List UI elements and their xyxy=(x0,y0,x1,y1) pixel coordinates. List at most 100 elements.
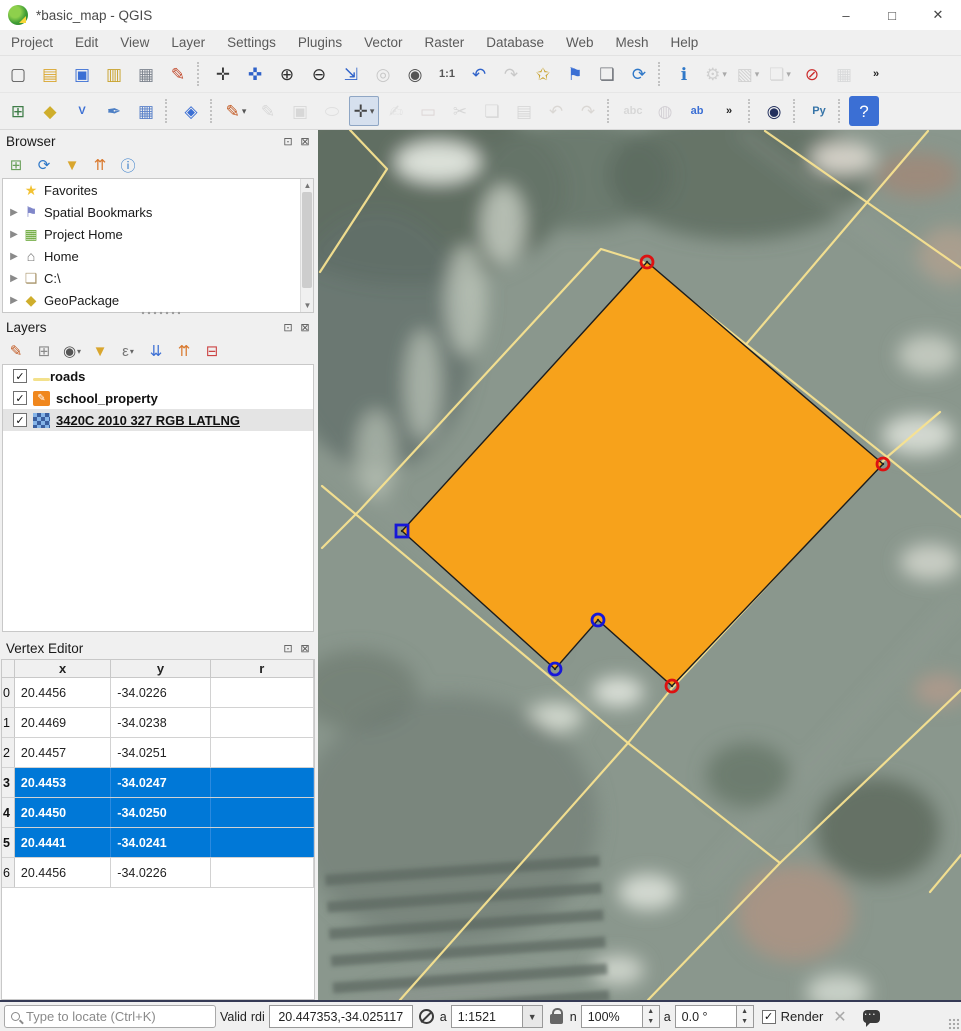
menu-vector[interactable]: Vector xyxy=(353,30,413,55)
vertex-y-cell[interactable]: -34.0251 xyxy=(111,738,210,767)
dropdown-arrow-icon[interactable]: ▾ xyxy=(77,347,81,356)
dropdown-arrow-icon[interactable]: ▾ xyxy=(755,69,760,80)
dropdown-arrow-icon[interactable]: ▾ xyxy=(722,69,727,80)
layers-float-icon[interactable]: ⊡ xyxy=(281,320,295,334)
menu-project[interactable]: Project xyxy=(0,30,64,55)
new-mesh-layer-button[interactable]: ▦ xyxy=(131,96,161,126)
vertex-r-cell[interactable] xyxy=(211,798,314,827)
show-bookmark-manager-button[interactable]: ❏ xyxy=(592,59,622,89)
zoom-full-button[interactable]: ⇲ xyxy=(336,59,366,89)
save-project-button[interactable]: ▣ xyxy=(67,59,97,89)
layer-item-school-property[interactable]: ✓✎school_property xyxy=(3,387,313,409)
current-edits-button[interactable]: ✎▾ xyxy=(221,96,251,126)
column-header-y[interactable]: y xyxy=(111,660,210,677)
new-project-button[interactable]: ▢ xyxy=(3,59,33,89)
menu-view[interactable]: View xyxy=(109,30,160,55)
menu-layer[interactable]: Layer xyxy=(160,30,216,55)
zoom-out-button[interactable]: ⊖ xyxy=(304,59,334,89)
browser-item-home[interactable]: ▶⌂Home xyxy=(3,245,313,267)
browser-item-geopackage[interactable]: ▶◆GeoPackage xyxy=(3,289,313,311)
vertex-r-cell[interactable] xyxy=(211,678,314,707)
magnifier-up-icon[interactable]: ▲ xyxy=(643,1006,659,1017)
vertex-row-4[interactable]: 420.4450-34.0250 xyxy=(2,798,314,828)
toolbar2-overflow-button[interactable]: » xyxy=(714,96,744,126)
render-checkbox[interactable]: ✓ Render xyxy=(762,1009,824,1024)
menu-raster[interactable]: Raster xyxy=(413,30,475,55)
browser-collapse-all-button[interactable]: ⇈ xyxy=(88,154,112,176)
vertex-x-cell[interactable]: 20.4469 xyxy=(15,708,111,737)
pan-map-button[interactable]: ✛ xyxy=(208,59,238,89)
layer-visibility-checkbox[interactable]: ✓ xyxy=(13,391,27,405)
vertex-row-6[interactable]: 620.4456-34.0226 xyxy=(2,858,314,888)
collapse-all-button[interactable]: ⇈ xyxy=(172,340,196,362)
rotation-value[interactable]: 0.0 ° xyxy=(675,1005,737,1028)
minimize-button[interactable]: – xyxy=(823,0,869,30)
rotation-up-icon[interactable]: ▲ xyxy=(737,1006,753,1017)
resize-grip[interactable] xyxy=(948,1018,960,1030)
map-canvas[interactable] xyxy=(318,130,961,1000)
menu-web[interactable]: Web xyxy=(555,30,605,55)
refresh-map-button[interactable]: ⟳ xyxy=(624,59,654,89)
menu-mesh[interactable]: Mesh xyxy=(605,30,660,55)
vertex-y-cell[interactable]: -34.0238 xyxy=(111,708,210,737)
vertex-x-cell[interactable]: 20.4457 xyxy=(15,738,111,767)
extents-toggle-icon[interactable] xyxy=(419,1009,434,1024)
expand-arrow-icon[interactable]: ▶ xyxy=(7,251,21,262)
new-virtual-layer-button[interactable]: ◈ xyxy=(176,96,206,126)
vertex-r-cell[interactable] xyxy=(211,858,314,887)
zoom-native-resolution-button[interactable]: 1:1 xyxy=(432,59,462,89)
zoom-in-button[interactable]: ⊕ xyxy=(272,59,302,89)
vertex-tool-button[interactable]: ✛▾ xyxy=(349,96,379,126)
layer-visibility-checkbox[interactable]: ✓ xyxy=(13,369,27,383)
rotation-down-icon[interactable]: ▼ xyxy=(737,1017,753,1028)
add-group-button[interactable]: ⊞ xyxy=(32,340,56,362)
vertex-x-cell[interactable]: 20.4453 xyxy=(15,768,111,797)
browser-float-icon[interactable]: ⊡ xyxy=(281,134,295,148)
browser-refresh-button[interactable]: ⟳ xyxy=(32,154,56,176)
menu-plugins[interactable]: Plugins xyxy=(287,30,353,55)
browser-item-favorites[interactable]: ★Favorites xyxy=(3,179,313,201)
browser-add-selected-layers-button[interactable]: ⊞ xyxy=(4,154,28,176)
show-spatial-bookmarks-button[interactable]: ⚑ xyxy=(560,59,590,89)
vertex-y-cell[interactable]: -34.0226 xyxy=(111,858,210,887)
vertex-row-5[interactable]: 520.4441-34.0241 xyxy=(2,828,314,858)
menu-settings[interactable]: Settings xyxy=(216,30,287,55)
new-print-layout-button[interactable]: ▥ xyxy=(99,59,129,89)
scale-combo[interactable]: 1:1521 ▼ xyxy=(451,1005,543,1028)
expand-arrow-icon[interactable]: ▶ xyxy=(7,207,21,218)
open-layer-styling-panel-button[interactable]: ✎ xyxy=(4,340,28,362)
vertex-x-cell[interactable]: 20.4456 xyxy=(15,858,111,887)
manage-map-themes-button[interactable]: ◉▾ xyxy=(60,340,84,362)
close-button[interactable]: ✕ xyxy=(915,0,961,30)
vertex-x-cell[interactable]: 20.4456 xyxy=(15,678,111,707)
expand-arrow-icon[interactable]: ▶ xyxy=(7,229,21,240)
layer-visibility-checkbox[interactable]: ✓ xyxy=(13,413,27,427)
pan-map-to-selection-button[interactable]: ✜ xyxy=(240,59,270,89)
scale-value[interactable]: 1:1521 xyxy=(451,1005,523,1028)
metasearch-button[interactable]: ◉ xyxy=(759,96,789,126)
panel-splitter[interactable] xyxy=(140,311,180,315)
browser-properties-button[interactable]: ⓘ xyxy=(116,154,140,176)
browser-item-c[interactable]: ▶❏C:\ xyxy=(3,267,313,289)
rotation-spinbox[interactable]: 0.0 ° ▲▼ xyxy=(675,1005,754,1028)
deselect-features-all-layers-button[interactable]: ⊘ xyxy=(797,59,827,89)
dropdown-arrow-icon[interactable]: ▾ xyxy=(242,106,247,117)
toolbar1-overflow-button[interactable]: » xyxy=(861,59,891,89)
magnifier-down-icon[interactable]: ▼ xyxy=(643,1017,659,1028)
browser-item-project-home[interactable]: ▶▦Project Home xyxy=(3,223,313,245)
pin-unpin-labels-button[interactable]: ab xyxy=(682,96,712,126)
expand-arrow-icon[interactable]: ▶ xyxy=(7,295,21,306)
identify-features-button[interactable]: ℹ xyxy=(669,59,699,89)
vertex-r-cell[interactable] xyxy=(211,708,314,737)
dropdown-arrow-icon[interactable]: ▾ xyxy=(130,347,134,356)
dropdown-arrow-icon[interactable]: ▾ xyxy=(370,106,375,117)
vertex-y-cell[interactable]: -34.0226 xyxy=(111,678,210,707)
scroll-up-icon[interactable]: ▲ xyxy=(301,179,314,192)
vertex-y-cell[interactable]: -34.0247 xyxy=(111,768,210,797)
vertex-y-cell[interactable]: -34.0241 xyxy=(111,828,210,857)
filter-by-expression-button[interactable]: ε▾ xyxy=(116,340,140,362)
maximize-button[interactable]: □ xyxy=(869,0,915,30)
expand-all-button[interactable]: ⇊ xyxy=(144,340,168,362)
coordinate-input[interactable]: 20.447353,-34.025117 xyxy=(269,1005,413,1028)
filter-legend-button[interactable]: ▼ xyxy=(88,340,112,362)
